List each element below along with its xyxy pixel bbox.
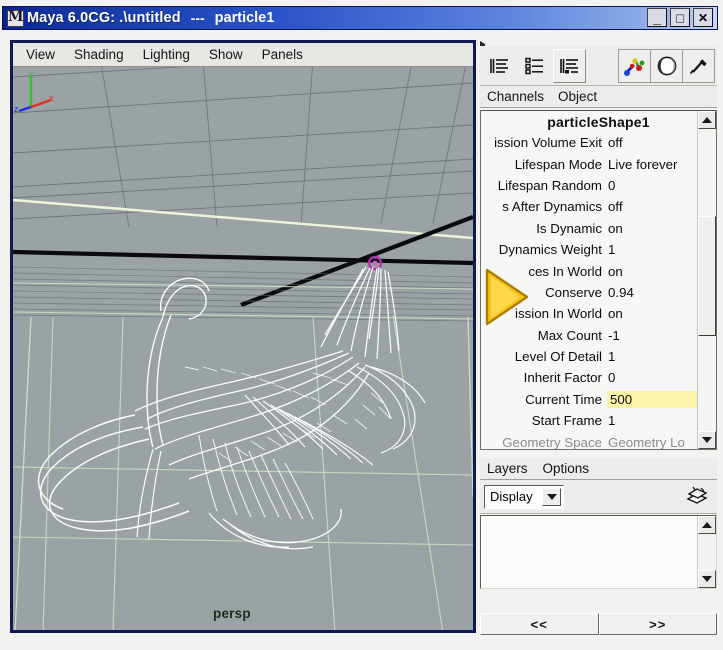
- table-row[interactable]: Lifespan Mode Live forever: [481, 153, 716, 174]
- channel-box-detail-list-icon[interactable]: [518, 48, 551, 83]
- svg-text:z: z: [14, 104, 19, 114]
- table-row[interactable]: Lifespan Random 0: [481, 175, 716, 196]
- channel-box-scrollbar[interactable]: [697, 111, 716, 449]
- attribute-label: Inherit Factor: [523, 370, 602, 386]
- attribute-label: Current Time: [525, 391, 602, 407]
- close-button[interactable]: ✕: [693, 8, 713, 27]
- viewport-menubar: View Shading Lighting Show Panels: [13, 43, 473, 67]
- axis-gizmo: y x z: [14, 68, 54, 114]
- layers-menu-options[interactable]: Options: [543, 461, 590, 476]
- selected-object-name: particle1: [214, 10, 275, 26]
- table-row[interactable]: ission In World on: [481, 303, 716, 324]
- viewport-menu-lighting[interactable]: Lighting: [143, 47, 190, 62]
- tab-object[interactable]: Object: [558, 89, 597, 104]
- close-icon: ✕: [697, 10, 709, 25]
- table-row[interactable]: Max Count -1: [481, 325, 716, 346]
- maya-logo-icon: [7, 9, 24, 27]
- paint-effects-icon[interactable]: [618, 48, 651, 83]
- layer-mode-value: Display: [490, 489, 533, 504]
- next-page-button[interactable]: >>: [598, 613, 717, 635]
- tab-channels[interactable]: Channels: [487, 89, 544, 104]
- minimize-button[interactable]: _: [647, 8, 667, 27]
- title-separator: ---: [190, 10, 205, 26]
- viewport-menu-panels[interactable]: Panels: [262, 47, 303, 62]
- channel-box-tabs: Channels Object: [480, 86, 717, 108]
- chevron-down-icon: [702, 437, 712, 443]
- attribute-label: Geometry Space: [502, 434, 602, 450]
- attribute-label: Lifespan Mode: [514, 156, 602, 172]
- scroll-down-button[interactable]: [698, 431, 716, 449]
- window-title: Maya 6.0CG: .\untitled: [27, 10, 181, 26]
- table-row[interactable]: ission Volume Exit off: [481, 132, 716, 153]
- layers-menu-layers[interactable]: Layers: [487, 461, 528, 476]
- attribute-label: Is Dynamic: [536, 220, 602, 236]
- window-controls: _ □ ✕: [647, 8, 713, 27]
- channel-box-outline-list-icon[interactable]: [553, 48, 586, 83]
- channel-box-node-name: particleShape1: [481, 111, 716, 132]
- right-panel-column: Channels Object particleShape1 ission Vo…: [480, 40, 717, 635]
- minimize-icon: _: [653, 10, 661, 26]
- layer-mode-dropdown[interactable]: Display: [484, 484, 564, 509]
- chevron-up-icon: [702, 522, 712, 528]
- attribute-label: ission Volume Exit: [494, 135, 602, 151]
- chevron-up-icon: [702, 117, 712, 123]
- svg-text:y: y: [29, 68, 34, 78]
- chevron-down-icon: [702, 576, 712, 582]
- svg-text:x: x: [49, 93, 54, 103]
- layers-list[interactable]: [480, 515, 717, 589]
- layers-scroll-down-button[interactable]: [698, 570, 716, 588]
- table-row[interactable]: Start Frame 1: [481, 410, 716, 431]
- table-row[interactable]: Dynamics Weight 1: [481, 239, 716, 260]
- attribute-label: Start Frame: [531, 413, 602, 429]
- camera-name-label: persp: [213, 606, 251, 621]
- viewport-3d-canvas[interactable]: y x z persp: [13, 67, 473, 630]
- viewport-panel: View Shading Lighting Show Panels y x z …: [10, 40, 476, 633]
- viewport-scene-graphic: [13, 67, 473, 630]
- table-row[interactable]: Conserve 0.94: [481, 282, 716, 303]
- new-layer-icon[interactable]: [684, 484, 710, 510]
- layers-control-row: Display: [480, 480, 717, 514]
- table-row[interactable]: Geometry Space Geometry Lo: [481, 431, 716, 450]
- maximize-button[interactable]: □: [670, 8, 690, 27]
- attribute-label: Dynamics Weight: [498, 242, 602, 258]
- viewport-menu-show[interactable]: Show: [209, 47, 243, 62]
- maya-application-window: Maya 6.0CG: .\untitled --- particle1 _ □…: [0, 0, 723, 650]
- layers-menubar: Layers Options: [480, 458, 717, 480]
- table-row[interactable]: ces In World on: [481, 260, 716, 281]
- window-titlebar[interactable]: Maya 6.0CG: .\untitled --- particle1 _ □…: [2, 6, 718, 30]
- layer-pager: << >>: [480, 613, 717, 635]
- channel-box-attribute-list[interactable]: particleShape1 ission Volume Exit off Li…: [480, 110, 717, 450]
- attribute-label: ission In World: [515, 306, 602, 322]
- attribute-label: Max Count: [537, 327, 602, 343]
- layer-editor-panel: Layers Options Display: [480, 458, 717, 589]
- layers-scroll-up-button[interactable]: [698, 516, 716, 534]
- attribute-label: Level Of Detail: [514, 349, 602, 365]
- attribute-label: Lifespan Random: [497, 177, 602, 193]
- scroll-up-button[interactable]: [698, 111, 716, 129]
- previous-page-button[interactable]: <<: [480, 613, 599, 635]
- attribute-label: s After Dynamics: [502, 199, 602, 215]
- table-row[interactable]: Is Dynamic on: [481, 218, 716, 239]
- chevron-down-icon[interactable]: [542, 487, 561, 506]
- channel-box-list-icon[interactable]: [483, 48, 516, 83]
- channel-box-rows: ission Volume Exit off Lifespan Mode Liv…: [481, 132, 716, 450]
- channel-box-toolbar: [480, 46, 717, 86]
- scrollbar-thumb[interactable]: [698, 216, 716, 336]
- shading-sphere-icon[interactable]: [650, 48, 683, 83]
- table-row[interactable]: Level Of Detail 1: [481, 346, 716, 367]
- attribute-label: ces In World: [528, 263, 602, 279]
- layers-scrollbar[interactable]: [697, 516, 716, 588]
- eyedropper-icon[interactable]: [682, 48, 715, 83]
- attribute-label: Conserve: [545, 284, 602, 300]
- table-row[interactable]: s After Dynamics off: [481, 196, 716, 217]
- maximize-icon: □: [676, 10, 684, 25]
- viewport-menu-shading[interactable]: Shading: [74, 47, 124, 62]
- table-row[interactable]: Inherit Factor 0: [481, 367, 716, 388]
- viewport-menu-view[interactable]: View: [26, 47, 55, 62]
- table-row[interactable]: Current Time 500: [481, 389, 716, 410]
